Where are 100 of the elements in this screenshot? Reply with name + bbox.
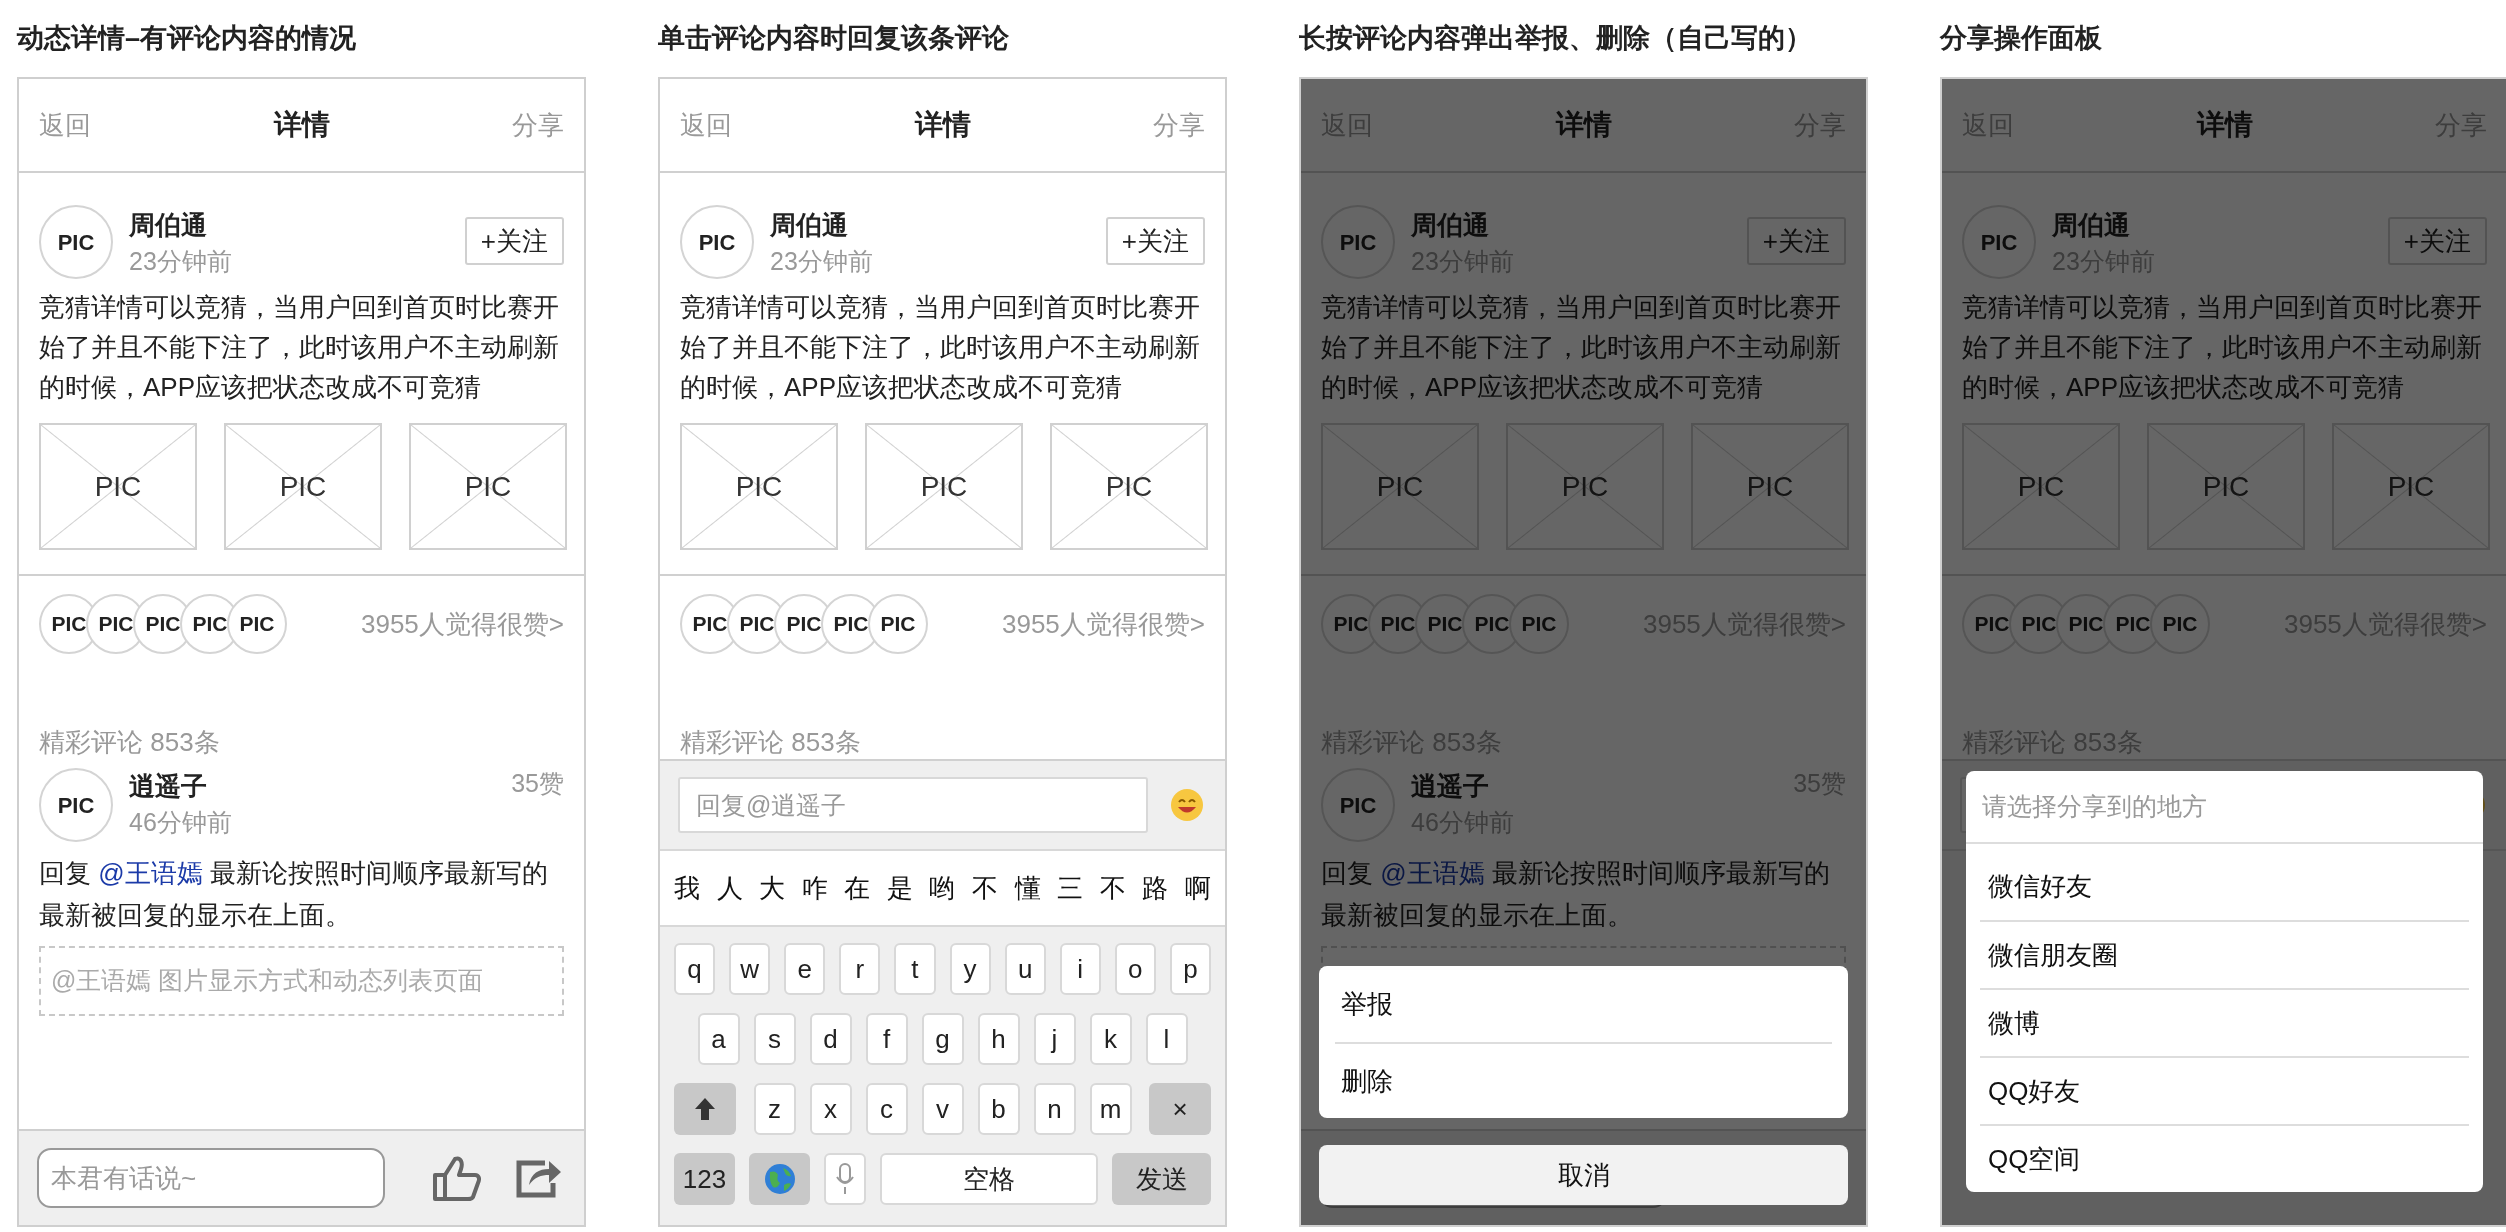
user-name: 周伯通 [770, 209, 848, 242]
screen-caption: 单击评论内容时回复该条评论 [658, 22, 1010, 55]
follow-button[interactable]: +关注 [464, 217, 564, 265]
keyboard-key[interactable]: x [809, 1083, 852, 1135]
candidate-word[interactable]: 在 [844, 868, 871, 908]
user-name: 周伯通 [2052, 209, 2130, 242]
candidate-word[interactable]: 人 [716, 868, 743, 908]
image-thumbnail: PIC [224, 423, 382, 550]
avatar: PIC [1509, 594, 1569, 654]
delete-key[interactable]: × [1149, 1083, 1211, 1135]
keyboard-key[interactable]: b [977, 1083, 1020, 1135]
user-name: 逍遥子 [129, 770, 207, 803]
shift-key[interactable] [674, 1083, 736, 1135]
keyboard-key[interactable]: m [1089, 1083, 1132, 1135]
keyboard-key[interactable]: k [1089, 1013, 1132, 1065]
candidate-word[interactable]: 我 [674, 868, 700, 908]
reply-input[interactable]: 回复@逍遥子 [678, 777, 1148, 833]
post-time: 23分钟前 [770, 246, 873, 277]
globe-key[interactable] [749, 1153, 811, 1205]
microphone-key[interactable] [824, 1153, 866, 1205]
keyboard-key[interactable]: t [894, 943, 936, 995]
avatar: PIC [39, 768, 113, 842]
mention-link[interactable]: @王语嫣 [98, 858, 203, 888]
keyboard-key[interactable]: o [1114, 943, 1156, 995]
follow-button[interactable]: +关注 [1105, 217, 1205, 265]
candidate-word[interactable]: 咋 [801, 868, 828, 908]
candidate-word[interactable]: 路 [1142, 868, 1169, 908]
post-text: 竞猜详情可以竞猜，当用户回到首页时比赛开始了并且不能下注了，此时该用户不主动刷新的时候，APP应该把状态改成不可竞猜 [680, 291, 1201, 404]
user-name: 周伯通 [129, 209, 207, 242]
screen-caption: 分享操作面板 [1940, 22, 2103, 55]
keyboard-key[interactable]: v [921, 1083, 964, 1135]
microphone-icon [834, 1163, 855, 1195]
candidate-word[interactable]: 是 [886, 868, 913, 908]
post-text: 竞猜详情可以竞猜，当用户回到首页时比赛开始了并且不能下注了，此时该用户不主动刷新的时候，APP应该把状态改成不可竞猜 [1321, 291, 1842, 404]
keyboard-key[interactable]: e [784, 943, 826, 995]
page-title: 详情 [2196, 108, 2253, 142]
smiley-icon[interactable] [1170, 788, 1204, 822]
share-option[interactable]: 微博 [1980, 988, 2469, 1056]
candidate-word[interactable]: 懂 [1014, 868, 1041, 908]
avatar: PIC [868, 594, 928, 654]
candidate-word[interactable]: 不 [1099, 868, 1126, 908]
user-name: 逍遥子 [1411, 770, 1489, 803]
keyboard-key[interactable]: z [753, 1083, 796, 1135]
avatar: PIC [2150, 594, 2210, 654]
post-text: 竞猜详情可以竞猜，当用户回到首页时比赛开始了并且不能下注了，此时该用户不主动刷新的时候，APP应该把状态改成不可竞猜 [39, 291, 560, 404]
page-title: 详情 [1555, 108, 1612, 142]
avatar: PIC [1962, 205, 2036, 279]
comment-input[interactable]: 本君有话说~ [37, 1148, 385, 1208]
thumbs-up-icon[interactable] [431, 1155, 481, 1201]
share-option[interactable]: 微信朋友圈 [1980, 920, 2469, 988]
screen-caption: 动态详情–有评论内容的情况 [17, 22, 358, 55]
globe-icon [763, 1163, 796, 1195]
space-key[interactable]: 空格 [879, 1153, 1099, 1205]
screen-caption: 长按评论内容弹出举报、删除（自己写的） [1299, 22, 1813, 55]
keyboard-key[interactable]: r [839, 943, 881, 995]
sheet-title: 请选择分享到的地方 [1966, 771, 2483, 844]
avatar: PIC [1321, 205, 1395, 279]
keyboard-key[interactable]: p [1169, 943, 1211, 995]
keyboard-key[interactable]: y [949, 943, 991, 995]
menu-item[interactable]: 举报 [1335, 966, 1832, 1042]
image-thumbnail: PIC [865, 423, 1023, 550]
menu-item[interactable]: 删除 [1335, 1042, 1832, 1118]
keyboard-key[interactable]: u [1004, 943, 1046, 995]
keyboard-key[interactable]: h [977, 1013, 1020, 1065]
keyboard-key[interactable]: f [865, 1013, 908, 1065]
avatar: PIC [39, 205, 113, 279]
keyboard-key[interactable]: q [674, 943, 716, 995]
keyboard-key[interactable]: j [1033, 1013, 1076, 1065]
image-thumbnail: PIC [680, 423, 838, 550]
comment-time: 46分钟前 [129, 807, 232, 838]
cancel-button[interactable]: 取消 [1319, 1145, 1848, 1205]
keyboard-key[interactable]: s [753, 1013, 796, 1065]
candidate-word[interactable]: 三 [1057, 868, 1084, 908]
keyboard-key[interactable]: g [921, 1013, 964, 1065]
keyboard-key[interactable]: n [1033, 1083, 1076, 1135]
image-thumbnail: PIC [409, 423, 567, 550]
page-title: 详情 [914, 108, 971, 142]
keyboard-key[interactable]: i [1059, 943, 1101, 995]
keyboard-key[interactable]: w [729, 943, 771, 995]
keyboard-key[interactable]: c [865, 1083, 908, 1135]
share-option[interactable]: 微信好友 [1980, 852, 2469, 920]
keyboard-key[interactable]: d [809, 1013, 852, 1065]
send-key[interactable]: 发送 [1112, 1153, 1211, 1205]
post-time: 23分钟前 [129, 246, 232, 277]
user-name: 周伯通 [1411, 209, 1489, 242]
keyboard-key[interactable]: a [697, 1013, 740, 1065]
share-option[interactable]: QQ空间 [1980, 1124, 2469, 1192]
candidate-word[interactable]: 哟 [929, 868, 956, 908]
keyboard-key[interactable]: l [1145, 1013, 1188, 1065]
share-option[interactable]: QQ好友 [1980, 1056, 2469, 1124]
avatar: PIC [1321, 768, 1395, 842]
comment-text: 回复 @王语嫣 最新论按照时间顺序最新写的最新被回复的显示在上面。 [38, 857, 549, 932]
comments-header: 精彩评论 853条 [679, 726, 862, 759]
quoted-reply: @王语嫣 图片显示方式和动态列表页面 [39, 946, 564, 1016]
numbers-key[interactable]: 123 [674, 1153, 736, 1205]
candidate-word[interactable]: 啊 [1184, 868, 1211, 908]
candidate-word[interactable]: 不 [972, 868, 999, 908]
candidate-word[interactable]: 大 [759, 868, 786, 908]
image-thumbnail: PIC [39, 423, 197, 550]
shift-arrow-icon [694, 1097, 716, 1121]
